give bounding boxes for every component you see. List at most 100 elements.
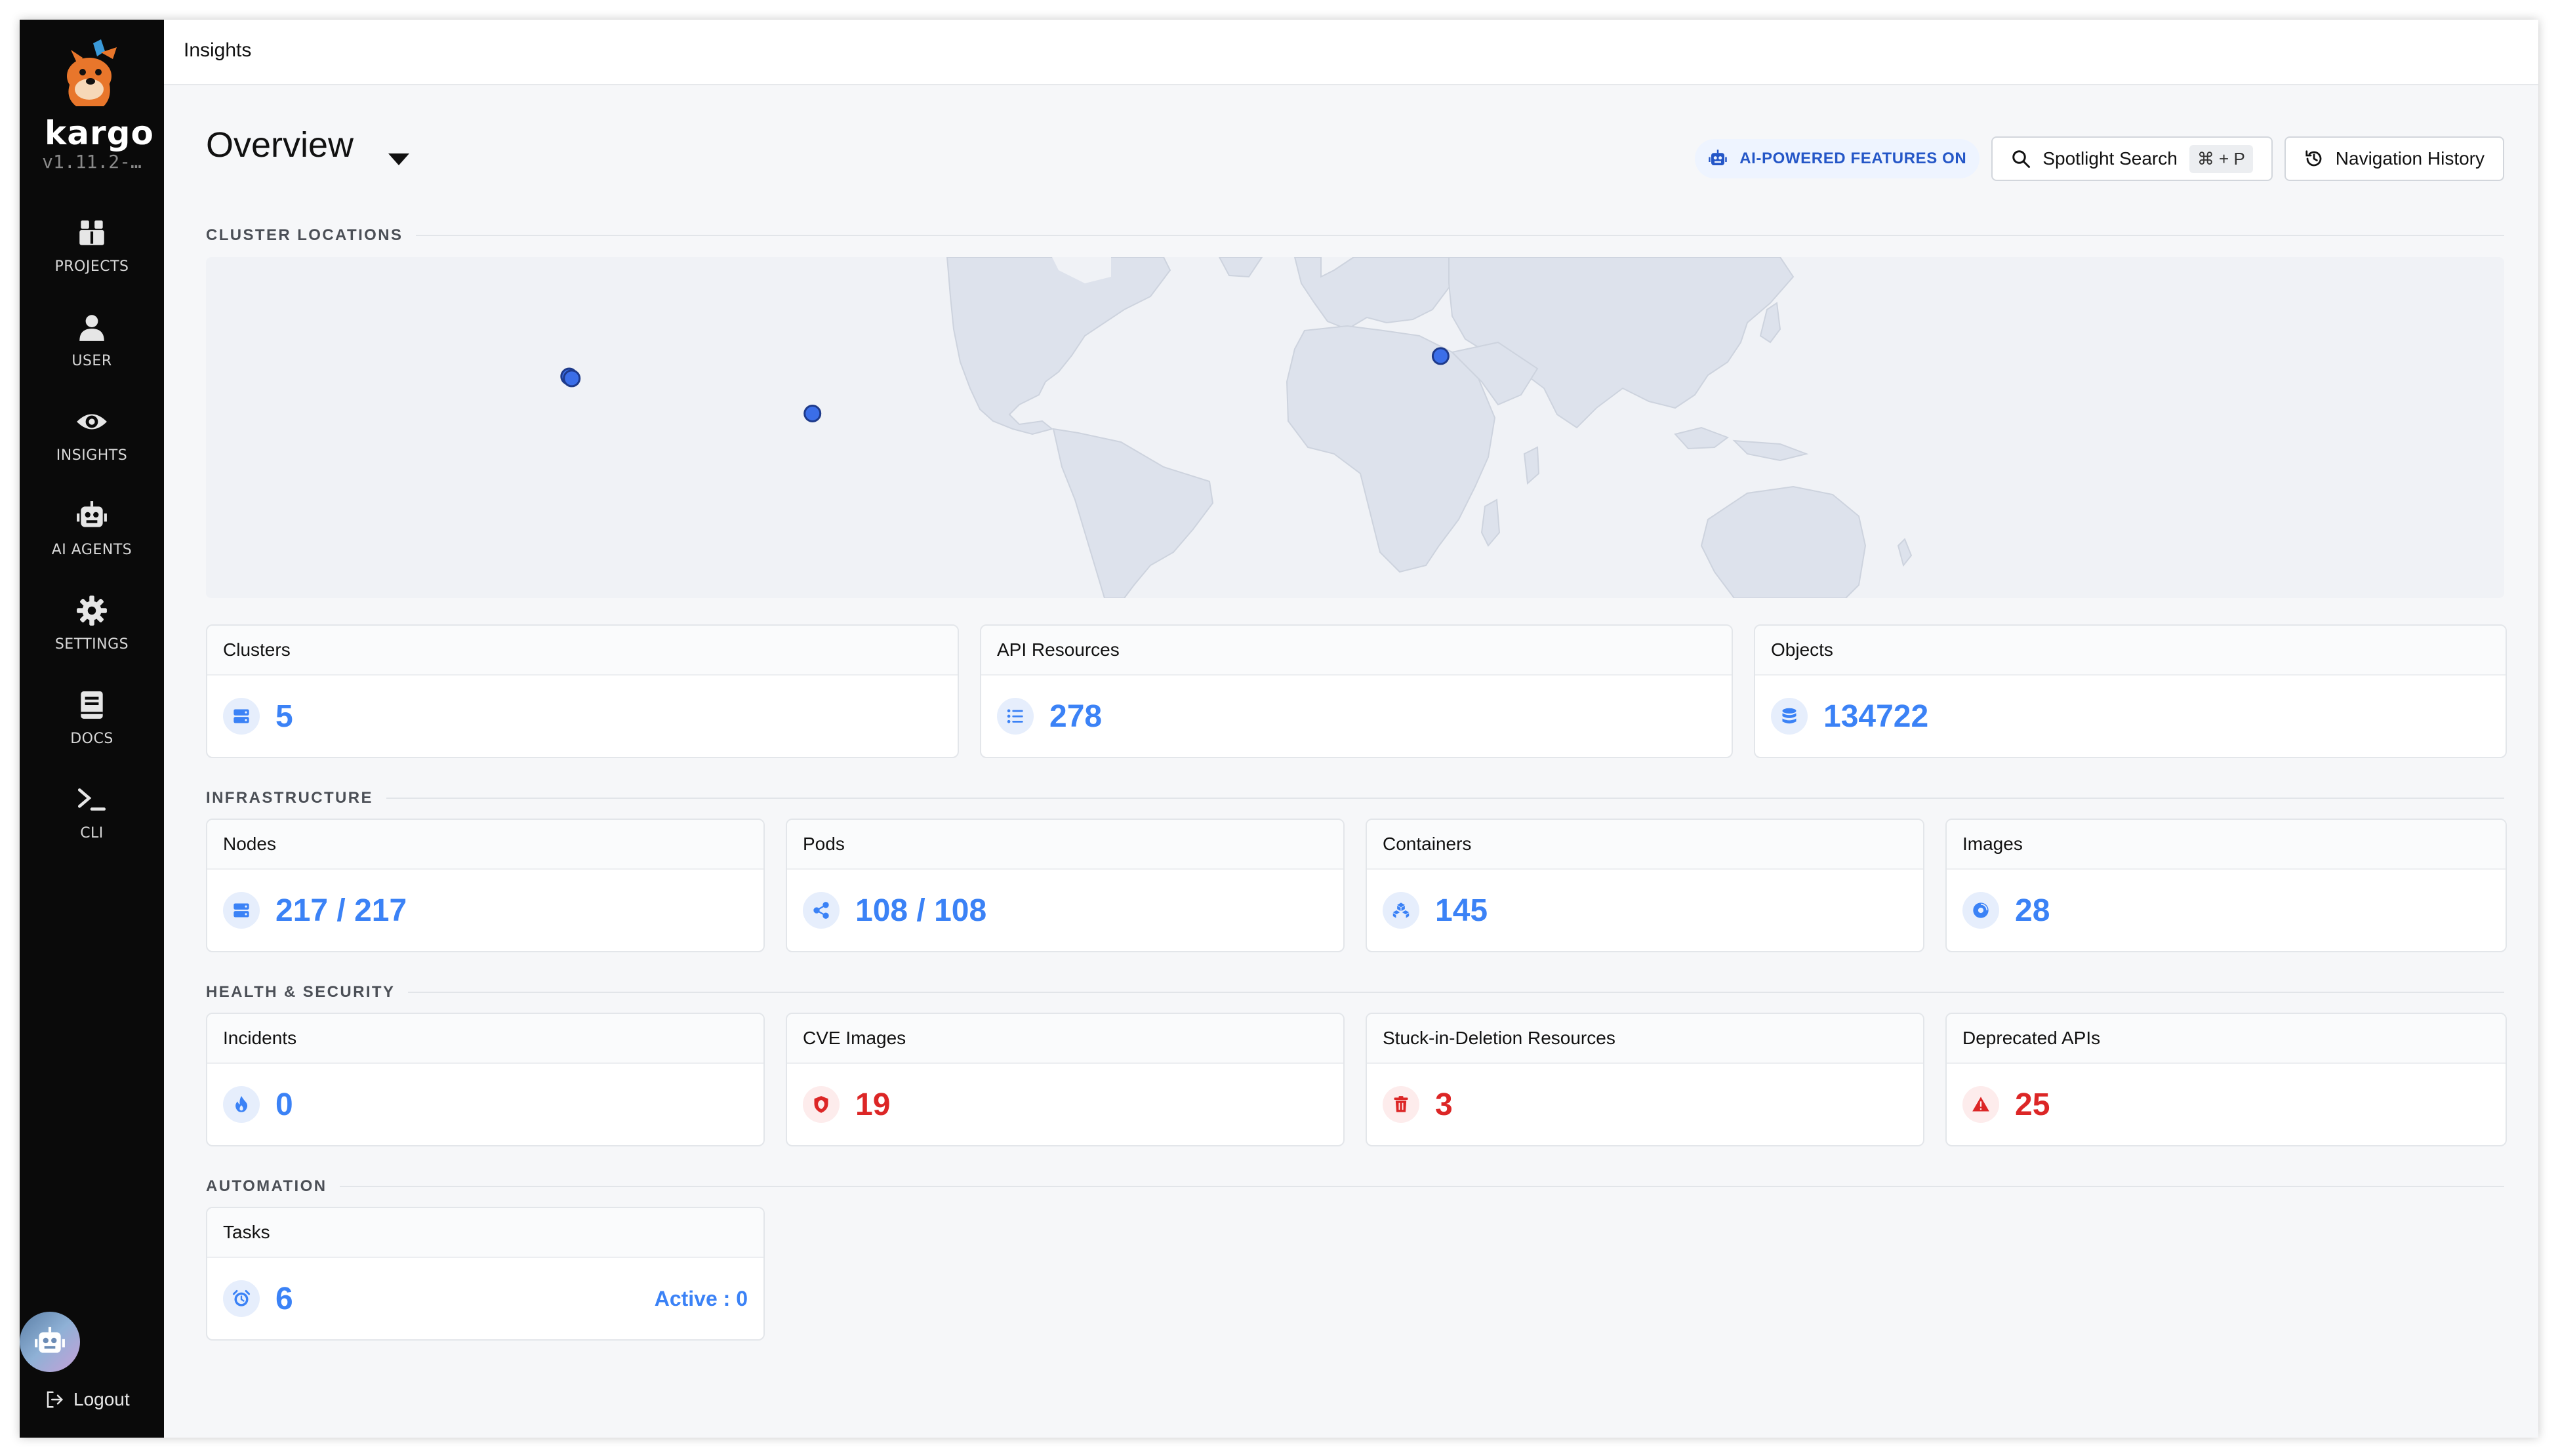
api-resources-card[interactable]: API Resources 278 — [980, 624, 1733, 758]
sidebar-item-docs[interactable]: DOCS — [20, 670, 164, 765]
deprecated-apis-card[interactable]: Deprecated APIs 25 — [1945, 1013, 2507, 1146]
objects-card[interactable]: Objects 134722 — [1754, 624, 2507, 758]
tasks-active-label: Active : — [654, 1286, 731, 1310]
kargo-logo[interactable]: kargo — [45, 38, 154, 156]
card-title: API Resources — [981, 626, 1732, 676]
incidents-value: 0 — [275, 1087, 293, 1122]
cluster-map[interactable] — [206, 257, 2504, 598]
card-title: Stuck-in-Deletion Resources — [1367, 1014, 1923, 1064]
list-icon — [997, 698, 1034, 735]
sidebar-item-label: SETTINGS — [54, 636, 129, 653]
breadcrumb: Insights — [184, 39, 252, 61]
user-icon — [79, 314, 104, 341]
header-actions: AI-POWERED FEATURES ON Spotlight Search … — [1695, 136, 2504, 181]
tasks-card[interactable]: Tasks 6 Active : 0 — [206, 1207, 765, 1341]
objects-value: 134722 — [1823, 698, 1929, 734]
sidebar-item-projects[interactable]: PROJECTS — [20, 198, 164, 293]
cve-images-value: 19 — [855, 1087, 891, 1122]
sidebar-nav: PROJECTS USER INSIGHTS AI AGENTS SETTING… — [20, 198, 164, 859]
logo-text: kargo — [45, 114, 154, 152]
spotlight-shortcut: ⌘ + P — [2189, 144, 2253, 173]
clusters-card[interactable]: Clusters 5 — [206, 624, 959, 758]
disc-icon — [1962, 892, 1999, 929]
incidents-card[interactable]: Incidents 0 — [206, 1013, 765, 1146]
spotlight-label: Spotlight Search — [2042, 148, 2178, 169]
cluster-marker[interactable] — [563, 369, 581, 388]
fire-icon — [223, 1086, 260, 1123]
stuck-deletion-value: 3 — [1435, 1087, 1453, 1122]
sidebar-item-label: AI AGENTS — [51, 541, 132, 558]
card-title: Pods — [787, 820, 1343, 870]
deprecated-apis-value: 25 — [2015, 1087, 2050, 1122]
sidebar-item-label: CLI — [80, 824, 104, 841]
ai-badge-label: AI-POWERED FEATURES ON — [1739, 150, 1967, 167]
trash-icon — [1383, 1086, 1419, 1123]
card-title: Incidents — [207, 1014, 763, 1064]
sidebar: kargo v1.11.2-… PROJECTS USER INSIGHTS A… — [20, 20, 164, 1438]
sidebar-item-label: USER — [71, 352, 112, 369]
pods-value: 108 / 108 — [855, 893, 987, 928]
version-label: v1.11.2-… — [42, 151, 142, 172]
robot-icon — [1709, 150, 1727, 165]
kangaroo-icon — [67, 39, 117, 106]
logout-label: Logout — [73, 1389, 130, 1409]
navigation-history-button[interactable]: Navigation History — [2284, 136, 2504, 181]
server-icon — [223, 698, 260, 735]
caret-down-icon[interactable] — [388, 153, 409, 165]
images-value: 28 — [2015, 893, 2050, 928]
sidebar-item-label: PROJECTS — [54, 258, 129, 275]
card-title: Containers — [1367, 820, 1923, 870]
section-automation: AUTOMATION — [206, 1177, 2504, 1196]
eye-icon — [77, 414, 107, 429]
sidebar-item-ai-agents[interactable]: AI AGENTS — [20, 481, 164, 576]
card-title: Nodes — [207, 820, 763, 870]
database-icon — [1771, 698, 1808, 735]
sidebar-item-label: INSIGHTS — [56, 447, 128, 464]
pods-card[interactable]: Pods 108 / 108 — [786, 819, 1345, 952]
tasks-active-value: 0 — [736, 1286, 748, 1310]
sidebar-item-insights[interactable]: INSIGHTS — [20, 387, 164, 481]
clusters-value: 5 — [275, 698, 293, 734]
card-title: CVE Images — [787, 1014, 1343, 1064]
card-title: Images — [1947, 820, 2506, 870]
card-title: Tasks — [207, 1208, 763, 1258]
alarm-icon — [223, 1280, 260, 1317]
logout-icon — [47, 1391, 64, 1408]
sidebar-item-settings[interactable]: SETTINGS — [20, 576, 164, 670]
projects-icon — [79, 220, 104, 245]
share-icon — [803, 892, 840, 929]
warning-icon — [1962, 1086, 1999, 1123]
shield-icon — [803, 1086, 840, 1123]
sidebar-item-cli[interactable]: CLI — [20, 765, 164, 859]
robot-icon — [35, 1327, 65, 1353]
book-icon — [81, 691, 103, 719]
spotlight-search-button[interactable]: Spotlight Search ⌘ + P — [1991, 136, 2273, 181]
cluster-marker[interactable] — [1431, 347, 1450, 365]
cluster-marker[interactable] — [803, 405, 822, 422]
history-icon — [2305, 150, 2322, 167]
terminal-icon — [77, 788, 106, 811]
world-map-land — [946, 257, 1913, 598]
nodes-card[interactable]: Nodes 217 / 217 — [206, 819, 765, 952]
ai-assistant-button[interactable] — [20, 1312, 80, 1372]
cve-images-card[interactable]: CVE Images 19 — [786, 1013, 1345, 1146]
tasks-active: Active : 0 — [655, 1287, 748, 1311]
page-title[interactable]: Overview — [206, 125, 354, 165]
tasks-value: 6 — [275, 1281, 293, 1316]
sidebar-item-user[interactable]: USER — [20, 293, 164, 387]
section-health-security: HEALTH & SECURITY — [206, 982, 2504, 1002]
card-title: Objects — [1755, 626, 2506, 676]
robot-icon — [77, 500, 107, 527]
top-bar: Insights — [164, 20, 2538, 85]
ai-features-badge[interactable]: AI-POWERED FEATURES ON — [1695, 139, 1980, 178]
world-map — [560, 257, 1913, 598]
nodes-value: 217 / 217 — [275, 893, 407, 928]
section-cluster-locations: CLUSTER LOCATIONS — [206, 226, 2504, 245]
stuck-deletion-card[interactable]: Stuck-in-Deletion Resources 3 — [1366, 1013, 1924, 1146]
section-infrastructure: INFRASTRUCTURE — [206, 788, 2504, 808]
containers-card[interactable]: Containers 145 — [1366, 819, 1924, 952]
images-card[interactable]: Images 28 — [1945, 819, 2507, 952]
logout-button[interactable]: Logout — [45, 1389, 130, 1410]
search-icon — [2012, 150, 2031, 168]
card-title: Clusters — [207, 626, 958, 676]
